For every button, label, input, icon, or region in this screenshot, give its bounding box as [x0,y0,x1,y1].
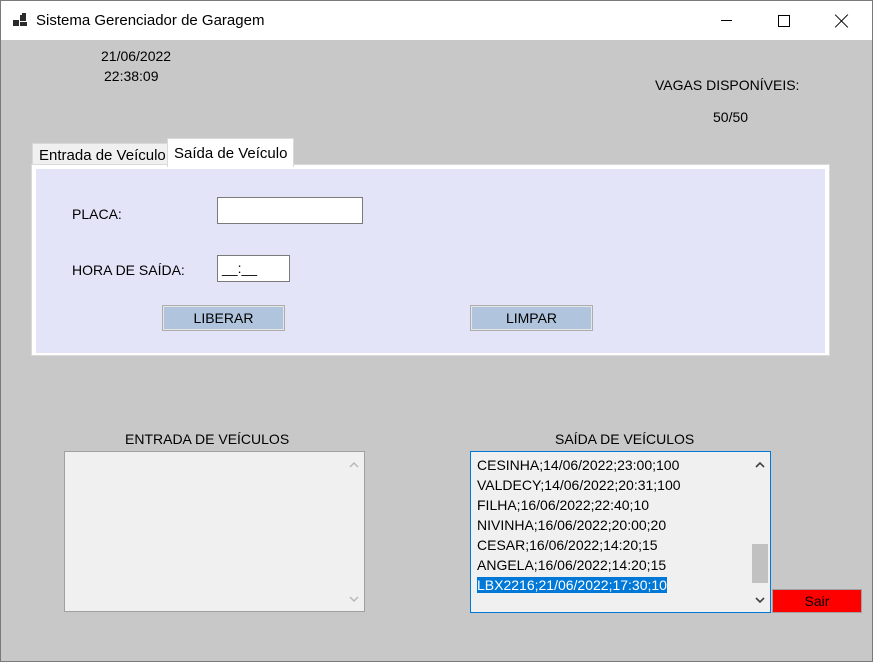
maximize-icon [778,14,790,27]
saida-veiculos-list[interactable]: CESINHA;14/06/2022;23:00;100 VALDECY;14/… [470,451,771,613]
close-icon [835,14,849,28]
scroll-down-icon[interactable] [348,593,360,605]
form-client-area: 21/06/2022 22:38:09 VAGAS DISPONÍVEIS: 5… [1,40,872,661]
limpar-button[interactable]: LIMPAR [470,305,593,331]
scroll-up-icon[interactable] [348,458,360,470]
entrada-veiculos-title: ENTRADA DE VEÍCULOS [125,431,290,447]
vagas-label: VAGAS DISPONÍVEIS: [655,77,800,93]
list-item[interactable]: ANGELA;16/06/2022;14:20;15 [477,555,750,575]
placa-label: PLACA: [72,206,122,222]
list-item-selected[interactable]: LBX2216;21/06/2022;17:30;10 [477,575,750,595]
current-time: 22:38:09 [104,68,159,84]
scroll-down-icon[interactable] [754,594,766,606]
sair-button[interactable]: Sair [772,589,862,613]
current-date: 21/06/2022 [101,48,172,64]
list-item[interactable]: CESINHA;14/06/2022;23:00;100 [477,455,750,475]
list-item[interactable]: NIVINHA;16/06/2022;20:00;20 [477,515,750,535]
tab-page-panel: PLACA: HORA DE SAÍDA: __:__ LIBERAR LIMP… [36,169,825,353]
main-window: Sistema Gerenciador de Garagem 21/06/202… [0,0,873,662]
placa-input[interactable] [217,197,363,224]
list-item[interactable]: CESAR;16/06/2022;14:20;15 [477,535,750,555]
list-item[interactable]: VALDECY;14/06/2022;20:31;100 [477,475,750,495]
saida-veiculos-title: SAÍDA DE VEÍCULOS [555,431,695,447]
scrollbar-thumb[interactable] [752,544,768,583]
entrada-veiculos-list[interactable] [64,451,365,612]
window-title: Sistema Gerenciador de Garagem [36,12,265,29]
minimize-button[interactable] [697,1,755,40]
liberar-button[interactable]: LIBERAR [162,305,285,331]
minimize-icon [720,20,732,21]
scroll-up-icon[interactable] [754,458,766,470]
saida-list-scrollbar[interactable] [750,452,770,612]
title-bar[interactable]: Sistema Gerenciador de Garagem [1,1,872,40]
vagas-value: 50/50 [713,109,749,125]
entrada-list-scrollbar[interactable] [344,452,364,611]
list-item[interactable]: FILHA;16/06/2022;22:40;10 [477,495,750,515]
hora-saida-label: HORA DE SAÍDA: [72,262,185,278]
app-icon [13,13,28,27]
hora-saida-input[interactable]: __:__ [217,255,290,282]
maximize-button[interactable] [755,1,813,40]
tab-saida-veiculo[interactable]: Saída de Veículo [167,138,295,167]
tab-page-saida: PLACA: HORA DE SAÍDA: __:__ LIBERAR LIMP… [31,164,830,356]
saida-list-items: CESINHA;14/06/2022;23:00;100 VALDECY;14/… [477,455,750,595]
close-button[interactable] [813,1,871,40]
